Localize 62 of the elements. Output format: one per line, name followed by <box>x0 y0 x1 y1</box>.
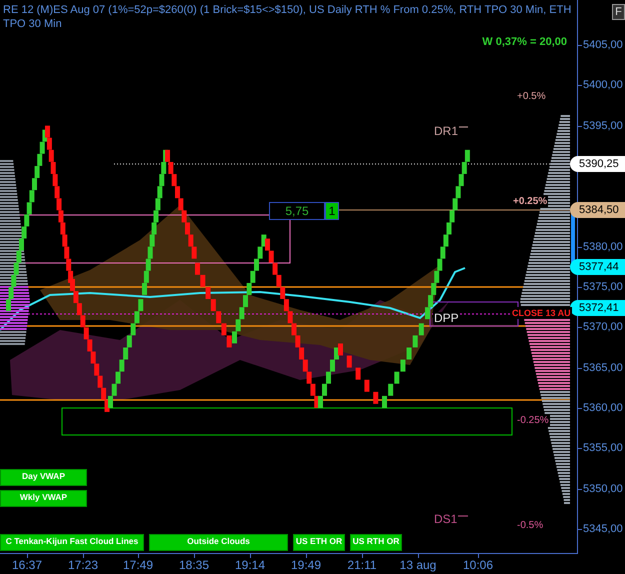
axis-tick <box>578 448 582 450</box>
time-axis-label: 10:06 <box>462 558 494 572</box>
value-area-bar <box>571 213 575 263</box>
time-axis-label: 17:49 <box>122 558 154 572</box>
time-axis-label: 21:11 <box>347 558 377 572</box>
stat-label: W 0,37% = 20,00 <box>482 35 567 50</box>
price-axis-label: 5380,00 <box>583 240 623 254</box>
axis-tick <box>478 554 479 558</box>
axis-tick <box>83 554 84 558</box>
time-axis-label: 16:37 <box>12 558 42 572</box>
axis-tick <box>578 126 582 127</box>
axis-tick <box>578 327 582 328</box>
panel-toggle-button[interactable]: F <box>612 4 625 20</box>
chart-level-label: DS1 <box>433 513 458 525</box>
indicator-toggle-button[interactable]: C Tenkan-Kijun Fast Cloud Lines <box>0 534 144 551</box>
axis-tick <box>194 554 195 558</box>
price-axis-label: 5400,00 <box>583 78 623 92</box>
price-tag: 5377,44 <box>570 259 625 276</box>
axis-tick <box>578 488 582 490</box>
indicator-toggle-button[interactable]: Outside Clouds <box>149 534 288 551</box>
price-tag: 5390,25 <box>570 156 625 172</box>
time-axis-label: 13 aug <box>400 558 436 572</box>
price-axis-label: 5350,00 <box>583 482 623 496</box>
price-tag: 5384,50 <box>570 202 625 218</box>
axis-tick <box>578 408 582 409</box>
indicator-toggle-button[interactable]: Wkly VWAP <box>0 490 87 507</box>
axis-tick <box>578 246 582 248</box>
axis-tick <box>578 45 582 46</box>
time-axis-label: 19:14 <box>234 558 266 572</box>
axis-tick <box>418 554 419 558</box>
price-axis-label: 5355,00 <box>583 441 623 456</box>
price-axis-label: 5395,00 <box>583 118 623 133</box>
price-axis-label: 5375,00 <box>583 280 623 294</box>
indicator-toggle-button[interactable]: US RTH OR <box>350 534 402 551</box>
time-axis-label: 17:23 <box>68 558 98 572</box>
chart-level-label: DR1 <box>433 125 460 137</box>
indicator-toggle-button[interactable]: US ETH OR <box>293 534 345 551</box>
axis-tick <box>362 554 363 558</box>
brick-count-badge: 1 <box>325 202 339 220</box>
axis-tick <box>27 554 28 558</box>
axis-tick <box>138 554 139 558</box>
axis-tick <box>306 554 307 558</box>
chart-level-label: CLOSE 13 AU <box>511 307 572 319</box>
time-axis-label: 19:49 <box>290 558 322 572</box>
chart-level-label: -0.25% <box>516 415 550 427</box>
price-tag: 5372,41 <box>570 300 625 316</box>
time-axis-label: 18:35 <box>178 558 210 572</box>
price-axis-label: 5360,00 <box>583 400 623 415</box>
chart-title: RE 12 (M)ES Aug 07 (1%=52p=$260(0) (1 Brick=$15<>$150), US Daily RTH % From 0.25%, RTH TPO 30 Min, ETH TPO 30 Min <box>3 3 572 31</box>
axis-tick <box>250 554 251 558</box>
axis-tick <box>578 368 582 369</box>
axis-tick <box>578 528 582 530</box>
price-axis-label: 5370,00 <box>583 320 623 334</box>
axis-tick <box>578 286 582 288</box>
chart-level-label: +0.25% <box>512 196 548 208</box>
axis-tick <box>578 85 582 86</box>
price-axis-label: 5345,00 <box>583 522 623 536</box>
price-axis-label: 5365,00 <box>583 360 623 375</box>
indicator-toggle-button[interactable]: Day VWAP <box>0 469 87 486</box>
price-axis-label: 5405,00 <box>583 38 623 52</box>
brick-size-value: 5,75 <box>269 202 325 220</box>
chart-level-label: DPP <box>433 312 460 324</box>
